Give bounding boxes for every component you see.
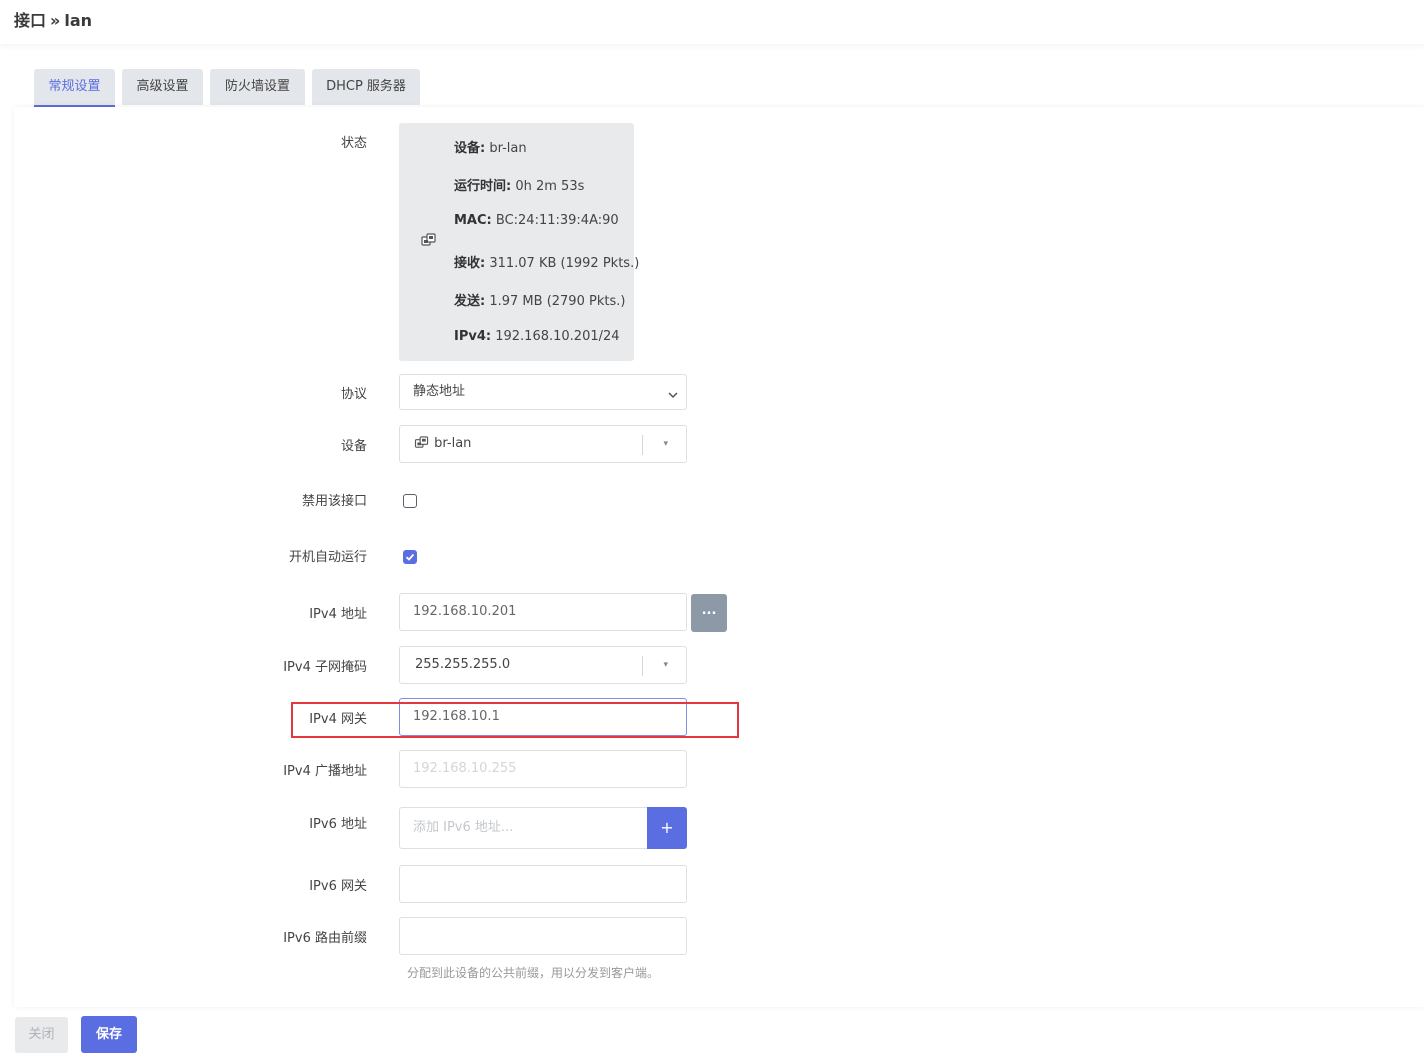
ipv6-address-label: IPv6 地址 — [309, 817, 367, 832]
breadcrumb-separator: » — [50, 11, 61, 30]
caret-down-icon[interactable]: ▾ — [663, 647, 668, 683]
close-button[interactable]: 关闭 — [15, 1017, 68, 1053]
status-ipv4: IPv4: 192.168.10.201/24 — [454, 329, 620, 344]
ipv6-prefix-label: IPv6 路由前缀 — [283, 931, 367, 946]
ipv6-address-placeholder: 添加 IPv6 地址... — [413, 820, 514, 835]
tab-general-settings[interactable]: 常规设置 — [34, 69, 115, 107]
highlight-box — [291, 702, 739, 738]
breadcrumb-current: lan — [64, 11, 93, 30]
protocol-label: 协议 — [340, 387, 367, 402]
status-rx: 接收: 311.07 KB (1992 Pkts.) — [454, 256, 640, 271]
disable-interface-checkbox[interactable] — [403, 494, 417, 508]
chevron-down-icon — [668, 388, 678, 403]
ipv4-netmask-value: 255.255.255.0 — [415, 657, 511, 672]
disable-interface-label: 禁用该接口 — [301, 494, 367, 509]
device-label: 设备 — [340, 439, 367, 454]
select-divider — [642, 656, 643, 676]
autostart-label: 开机自动运行 — [288, 550, 367, 565]
top-bar: 接口» lan — [0, 0, 1425, 44]
device-value: br-lan — [434, 436, 472, 451]
status-uptime: 运行时间: 0h 2m 53s — [454, 179, 585, 194]
add-ipv6-address-button[interactable]: + — [647, 807, 687, 849]
status-label: 状态 — [340, 136, 367, 151]
status-device: 设备: br-lan — [454, 141, 527, 156]
status-mac: MAC: BC:24:11:39:4A:90 — [454, 213, 619, 228]
ipv4-address-options-button[interactable]: ... — [691, 594, 727, 632]
breadcrumb-section[interactable]: 接口 — [14, 11, 46, 30]
breadcrumb: 接口» lan — [14, 7, 92, 31]
ipv6-prefix-hint: 分配到此设备的公共前缀，用以分发到客户端。 — [407, 966, 660, 980]
status-tx: 发送: 1.97 MB (2790 Pkts.) — [454, 294, 626, 309]
select-divider — [642, 435, 643, 455]
ipv6-gateway-label: IPv6 网关 — [309, 879, 367, 894]
ipv6-gateway-input[interactable] — [399, 865, 687, 903]
ipv4-broadcast-input[interactable]: 192.168.10.255 — [399, 750, 687, 788]
ipv4-broadcast-placeholder: 192.168.10.255 — [413, 761, 517, 776]
device-select[interactable]: br-lan ▾ — [399, 425, 687, 463]
status-box: 设备: br-lan 运行时间: 0h 2m 53s MAC: BC:24:11… — [399, 123, 639, 361]
tab-dhcp-server[interactable]: DHCP 服务器 — [312, 69, 420, 105]
checkmark-icon — [405, 553, 415, 561]
ipv4-netmask-label: IPv4 子网掩码 — [283, 660, 367, 675]
ipv6-address-input[interactable]: 添加 IPv6 地址... — [399, 807, 649, 849]
ipv4-address-value: 192.168.10.201 — [413, 604, 517, 619]
ipv4-netmask-select[interactable]: 255.255.255.0 ▾ — [399, 646, 687, 684]
network-adapter-icon — [421, 233, 437, 251]
caret-down-icon[interactable]: ▾ — [663, 426, 668, 462]
autostart-checkbox[interactable] — [403, 550, 417, 564]
save-button[interactable]: 保存 — [81, 1016, 137, 1053]
ipv6-prefix-input[interactable] — [399, 917, 687, 955]
ipv4-broadcast-label: IPv4 广播地址 — [283, 764, 367, 779]
ipv4-address-label: IPv4 地址 — [309, 607, 367, 622]
ipv4-address-input[interactable]: 192.168.10.201 — [399, 593, 687, 631]
device-value-wrap: br-lan — [414, 426, 471, 462]
tab-firewall-settings[interactable]: 防火墙设置 — [210, 69, 305, 105]
tab-advanced-settings[interactable]: 高级设置 — [122, 69, 203, 105]
protocol-value: 静态地址 — [413, 384, 466, 399]
network-adapter-icon — [414, 436, 434, 451]
protocol-select[interactable]: 静态地址 — [399, 374, 687, 410]
